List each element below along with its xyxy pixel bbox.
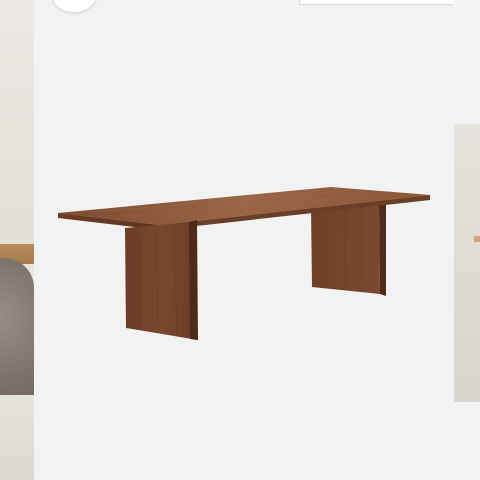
wood-accent bbox=[474, 236, 480, 242]
table-back-leg bbox=[311, 202, 386, 296]
product-gallery-page bbox=[0, 0, 480, 480]
wall-background bbox=[0, 0, 34, 250]
walnut-table-illustration bbox=[58, 187, 430, 340]
floor-background bbox=[0, 395, 34, 480]
next-gallery-image[interactable] bbox=[454, 0, 480, 480]
main-product-image[interactable] bbox=[34, 0, 454, 480]
next-image-photo bbox=[454, 124, 480, 402]
previous-gallery-image[interactable] bbox=[0, 0, 34, 480]
boucle-chair bbox=[0, 258, 34, 408]
top-toolbar-field[interactable] bbox=[299, 0, 454, 5]
table-front-leg bbox=[125, 220, 198, 340]
